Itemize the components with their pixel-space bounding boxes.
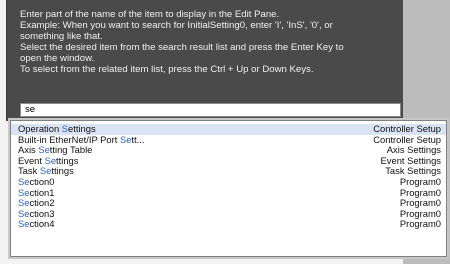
search-results-list[interactable]: Operation Settings Controller Setup Built-… [10, 120, 447, 257]
help-line: Enter part of the name of the item to di… [20, 9, 280, 20]
search-result-item[interactable]: Section1 Program0 [11, 186, 446, 199]
result-name-suffix: ttings [56, 154, 79, 166]
result-name-match: Se [18, 197, 30, 209]
result-name-match: Se [18, 186, 30, 198]
help-text: Enter part of the name of the item to di… [20, 9, 398, 75]
help-line: something like that. [20, 31, 103, 42]
help-line: Example: When you want to search for Ini… [20, 20, 333, 31]
result-name-prefix: Axis [18, 144, 39, 156]
search-help-panel: Enter part of the name of the item to di… [6, 0, 404, 121]
result-name-suffix: ction4 [29, 218, 55, 230]
search-result-item[interactable]: Task Settings Task Settings [11, 166, 446, 177]
result-name: Section4 [18, 219, 55, 230]
result-name-suffix: tting Table [49, 144, 93, 156]
search-result-item[interactable]: Event Settings Event Settings [11, 154, 446, 167]
search-result-item[interactable]: Section4 Program0 [11, 219, 446, 230]
result-name-suffix: ction3 [29, 207, 55, 219]
result-name-match: Se [39, 165, 52, 177]
result-name-suffix: tt... [131, 133, 145, 145]
result-name-prefix: Event [18, 154, 45, 166]
result-name-match: Se [119, 133, 132, 145]
search-result-item[interactable]: Section2 Program0 [11, 197, 446, 209]
result-name-match: Se [18, 207, 30, 219]
result-name-suffix: ction2 [29, 197, 55, 209]
result-name-suffix: ettings [68, 123, 96, 134]
help-line: open the window. [20, 53, 95, 64]
result-category: Program0 [399, 175, 441, 187]
search-input[interactable]: se [20, 103, 401, 117]
search-result-item[interactable]: Section3 Program0 [11, 207, 446, 220]
result-name-prefix: Built-in EtherNet/IP Port [18, 133, 120, 145]
result-name-match: Se [18, 218, 30, 230]
result-name-match: Se [38, 144, 50, 156]
result-name-prefix: Task [18, 165, 40, 177]
result-category: Program0 [399, 218, 441, 230]
result-name-match: Se [18, 175, 30, 187]
result-name-suffix: ction1 [29, 186, 55, 198]
result-name-match: Se [44, 154, 57, 166]
result-name-suffix: ttings [51, 165, 74, 177]
help-line: Select the desired item from the search … [20, 42, 344, 53]
result-name-prefix: Operation [18, 123, 62, 134]
result-name-suffix: ction0 [29, 175, 55, 187]
help-line: To select from the related item list, pr… [20, 64, 314, 75]
search-result-item[interactable]: Section0 Program0 [11, 175, 446, 188]
result-category: Controller Setup [373, 123, 441, 134]
